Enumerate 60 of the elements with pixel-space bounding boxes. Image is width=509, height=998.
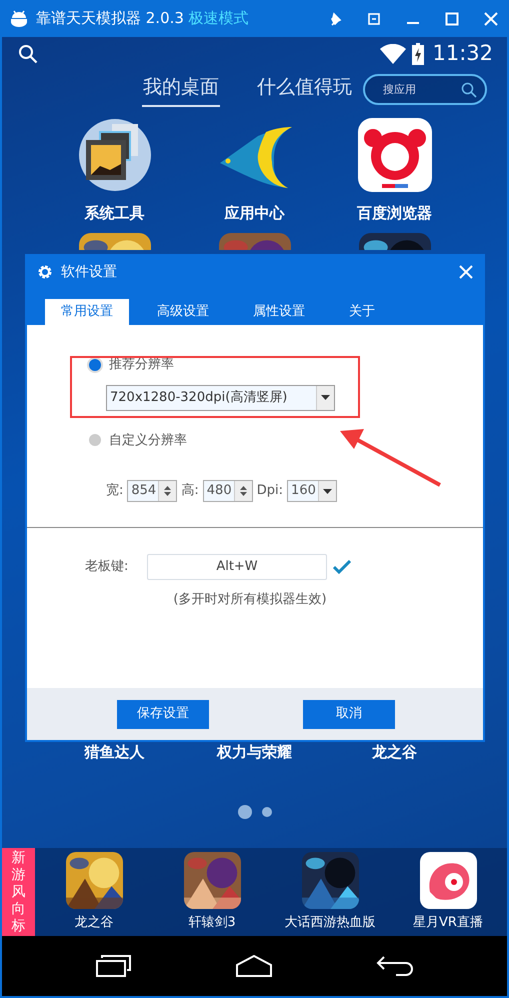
maximize-icon[interactable] [444, 10, 460, 26]
tray-icon[interactable] [366, 10, 382, 26]
dock-app-label[interactable]: 龙之谷 [74, 913, 114, 933]
stepper-icon [238, 485, 248, 497]
dialog-title: 软件设置 [61, 262, 118, 282]
radio-button[interactable] [89, 434, 101, 446]
stepper-icon [163, 485, 172, 497]
field-label: 老板键: [85, 558, 130, 576]
dock-app-label[interactable]: 大话西游热血版 [284, 913, 376, 933]
page-dot[interactable] [238, 804, 252, 819]
back-icon[interactable] [376, 955, 414, 978]
boss-key-field[interactable]: Alt+W [147, 554, 327, 580]
close-icon[interactable] [483, 10, 499, 26]
settings-icon [37, 264, 53, 280]
option-label: 自定义分辨率 [109, 432, 187, 450]
app-label[interactable]: 系统工具 [84, 202, 144, 225]
home-icon[interactable] [236, 955, 272, 978]
app-label[interactable]: 龙之谷 [372, 740, 417, 776]
hint-text: (多开时对所有模拟器生效) [173, 592, 327, 607]
bear-face-icon[interactable] [358, 118, 432, 192]
app-label[interactable]: 猎鱼达人 [84, 740, 144, 776]
home-tab[interactable]: 我的桌面 [142, 72, 220, 108]
battery-icon [412, 43, 424, 66]
app-label[interactable]: 百度浏览器 [357, 202, 432, 225]
wifi-icon [380, 44, 406, 64]
settings-tab[interactable]: 属性设置 [237, 299, 321, 325]
dpi-dropdown[interactable]: 160 [287, 480, 338, 502]
cancel-button[interactable]: 取消 [303, 700, 395, 728]
photo-frames-icon[interactable] [78, 118, 152, 192]
settings-tab[interactable]: 常用设置 [45, 299, 129, 325]
width-spinner[interactable]: 854 [127, 480, 178, 502]
app-label[interactable]: 权力与荣耀 [217, 740, 292, 776]
save-button[interactable]: 保存设置 [117, 700, 209, 728]
resolution-dropdown[interactable]: 720x1280-320dpi(高清竖屏) [106, 384, 335, 410]
height-spinner[interactable]: 480 [202, 480, 253, 502]
window-title: 靠谱天天模拟器 2.0.3 极速模式 [36, 8, 249, 30]
close-icon[interactable] [459, 265, 473, 279]
swirl-icon[interactable] [420, 852, 476, 910]
search-field[interactable]: 搜应用 [363, 74, 487, 106]
page-dot[interactable] [262, 806, 272, 817]
home-tab[interactable]: 什么值得玩 [256, 72, 353, 108]
search-icon[interactable] [18, 44, 38, 64]
caret-icon [321, 395, 330, 400]
dock-app-label[interactable]: 轩辕剑3 [188, 913, 236, 933]
radio-button[interactable] [89, 358, 101, 371]
dock-app-label[interactable]: 星月VR直播 [413, 913, 483, 933]
option-label: 推荐分辨率 [109, 356, 174, 374]
field-label: 高: [181, 482, 199, 500]
settings-tab[interactable]: 高级设置 [141, 299, 225, 325]
recents-icon[interactable] [96, 955, 132, 978]
settings-tab[interactable]: 关于 [333, 299, 391, 325]
search-icon[interactable] [461, 82, 477, 98]
checkmark-icon [333, 560, 351, 574]
field-label: 宽: [106, 482, 124, 500]
app-label[interactable]: 应用中心 [224, 202, 284, 225]
android-logo-icon [10, 10, 28, 28]
field-label: Dpi: [256, 482, 284, 500]
banner-tag: 新游风向标 [2, 848, 35, 936]
caret-icon [323, 488, 332, 494]
status-time: 11:32 [432, 40, 493, 68]
